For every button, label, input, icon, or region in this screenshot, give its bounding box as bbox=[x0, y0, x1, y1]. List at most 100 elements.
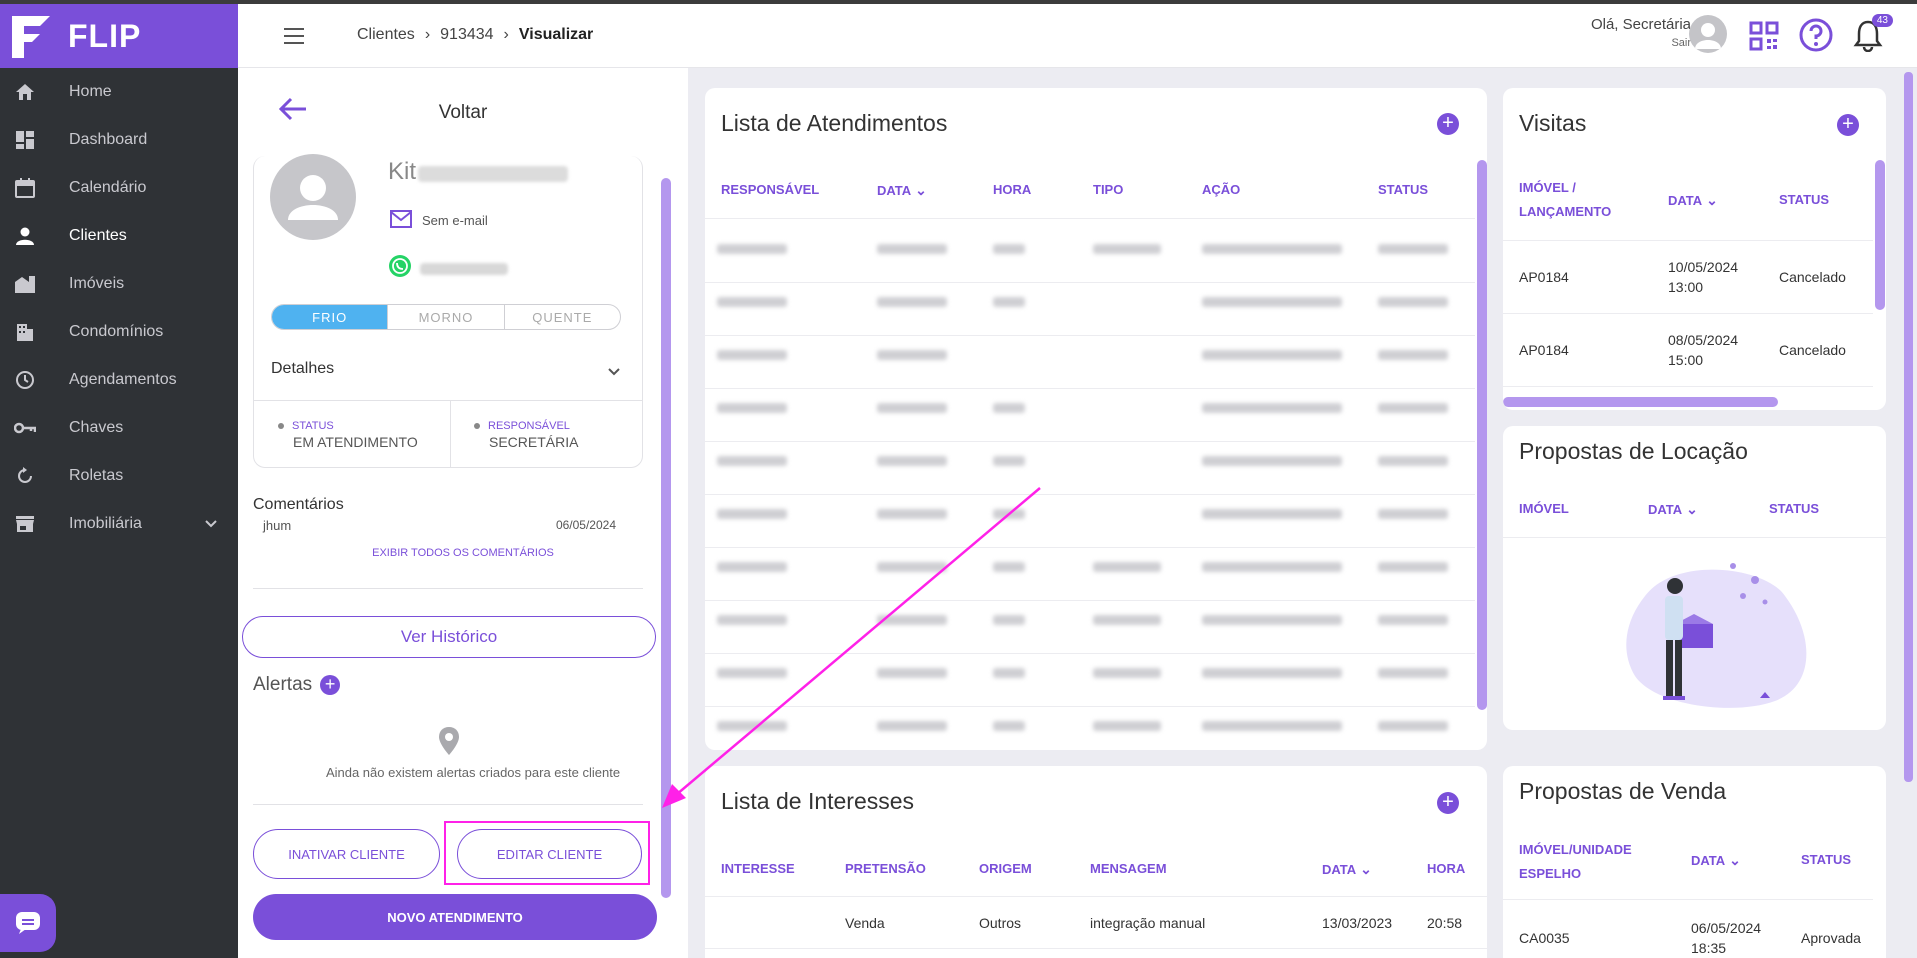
col-status[interactable]: STATUS bbox=[1801, 852, 1851, 867]
clock-icon bbox=[13, 368, 37, 392]
chevron-down-icon[interactable] bbox=[204, 516, 218, 534]
visita-imovel: AP0184 bbox=[1519, 269, 1569, 285]
edit-client-button[interactable]: EDITAR CLIENTE bbox=[457, 829, 642, 879]
add-atendimento-icon[interactable]: + bbox=[1437, 113, 1459, 135]
visita-data: 08/05/2024 bbox=[1668, 332, 1739, 348]
sidebar-item-clientes[interactable]: Clientes bbox=[0, 212, 238, 260]
qr-code-icon[interactable] bbox=[1749, 21, 1779, 56]
visita-data: 10/05/2024 bbox=[1668, 259, 1739, 275]
breadcrumb-clientes[interactable]: Clientes bbox=[357, 26, 415, 44]
col-origem[interactable]: ORIGEM bbox=[979, 861, 1032, 876]
redacted-cell bbox=[877, 350, 947, 360]
brand-logo[interactable]: FLIP bbox=[0, 4, 238, 68]
sidebar-item-imobiliaria[interactable]: Imobiliária bbox=[0, 500, 238, 548]
sidebar-item-condominios[interactable]: Condomínios bbox=[0, 308, 238, 356]
client-phone-redacted bbox=[420, 262, 508, 275]
col-data[interactable]: DATA bbox=[1668, 192, 1718, 209]
venda-status: Aprovada bbox=[1801, 930, 1861, 946]
temperature-morno[interactable]: MORNO bbox=[387, 305, 503, 329]
user-icon bbox=[13, 224, 37, 248]
redacted-cell bbox=[993, 297, 1025, 307]
col-data[interactable]: DATA bbox=[877, 182, 927, 199]
menu-icon[interactable] bbox=[284, 28, 304, 44]
redacted-cell bbox=[1378, 509, 1448, 519]
sidebar-item-label: Agendamentos bbox=[69, 371, 177, 388]
sidebar-item-imoveis[interactable]: Imóveis bbox=[0, 260, 238, 308]
chat-icon bbox=[16, 912, 40, 934]
row-divider bbox=[705, 282, 1475, 283]
scrollbar[interactable] bbox=[1477, 160, 1487, 710]
breadcrumb-client-id[interactable]: 913434 bbox=[440, 26, 493, 44]
col-data[interactable]: DATA bbox=[1691, 852, 1741, 869]
col-status[interactable]: STATUS bbox=[1769, 501, 1819, 516]
header-divider bbox=[1503, 537, 1886, 538]
redacted-cell bbox=[1093, 721, 1161, 731]
calendar-icon bbox=[13, 176, 37, 200]
sidebar-item-home[interactable]: Home bbox=[0, 68, 238, 116]
col-responsavel[interactable]: RESPONSÁVEL bbox=[721, 182, 819, 197]
venda-data: 06/05/2024 bbox=[1691, 920, 1762, 936]
redacted-cell bbox=[1202, 562, 1342, 572]
redacted-cell bbox=[717, 403, 787, 413]
redacted-cell bbox=[993, 456, 1025, 466]
add-alert-icon[interactable]: + bbox=[320, 675, 341, 695]
inactivate-client-button[interactable]: INATIVAR CLIENTE bbox=[253, 829, 440, 879]
status-value: EM ATENDIMENTO bbox=[293, 434, 418, 450]
comment-author: jhum bbox=[263, 518, 292, 533]
sidebar: FLIP Home Dashboard Calendário Clientes … bbox=[0, 4, 238, 958]
help-icon[interactable] bbox=[1799, 18, 1833, 57]
brand-name: FLIP bbox=[68, 17, 142, 54]
col-imovel[interactable]: IMÓVEL bbox=[1519, 501, 1569, 516]
col-tipo[interactable]: TIPO bbox=[1093, 182, 1123, 197]
show-all-comments-link[interactable]: EXIBIR TODOS OS COMENTÁRIOS bbox=[238, 547, 688, 559]
col-acao[interactable]: AÇÃO bbox=[1202, 182, 1240, 197]
chevron-down-icon bbox=[607, 364, 621, 382]
col-mensagem[interactable]: MENSAGEM bbox=[1090, 861, 1167, 876]
add-visita-icon[interactable]: + bbox=[1837, 114, 1859, 136]
redacted-cell bbox=[993, 403, 1025, 413]
sidebar-item-chaves[interactable]: Chaves bbox=[0, 404, 238, 452]
details-label: Detalhes bbox=[271, 360, 335, 377]
breadcrumb-current: Visualizar bbox=[518, 26, 594, 43]
col-data[interactable]: DATA bbox=[1648, 501, 1698, 518]
temperature-frio[interactable]: FRIO bbox=[272, 305, 388, 329]
redacted-cell bbox=[717, 244, 787, 254]
divider bbox=[450, 401, 451, 468]
avatar[interactable] bbox=[1689, 15, 1727, 53]
redacted-cell bbox=[1202, 456, 1342, 466]
sidebar-item-agendamentos[interactable]: Agendamentos bbox=[0, 356, 238, 404]
add-interesse-icon[interactable]: + bbox=[1437, 792, 1459, 814]
temperature-quente[interactable]: QUENTE bbox=[503, 305, 620, 329]
visita-imovel: AP0184 bbox=[1519, 342, 1569, 358]
view-history-button[interactable]: Ver Histórico bbox=[242, 616, 656, 658]
row-divider bbox=[1503, 313, 1873, 314]
sidebar-item-roletas[interactable]: Roletas bbox=[0, 452, 238, 500]
col-status[interactable]: STATUS bbox=[1378, 182, 1428, 197]
col-status[interactable]: STATUS bbox=[1779, 192, 1829, 207]
vertical-scrollbar[interactable] bbox=[1875, 160, 1885, 310]
new-service-button[interactable]: NOVO ATENDIMENTO bbox=[253, 894, 657, 940]
client-name-redacted bbox=[418, 166, 568, 182]
back-label[interactable]: Voltar bbox=[238, 102, 688, 124]
sidebar-item-dashboard[interactable]: Dashboard bbox=[0, 116, 238, 164]
col-hora[interactable]: HORA bbox=[993, 182, 1031, 197]
col-data[interactable]: DATA bbox=[1322, 861, 1372, 878]
responsible-label: RESPONSÁVEL bbox=[474, 420, 578, 432]
col-pretensao[interactable]: PRETENSÃO bbox=[845, 861, 926, 876]
page-scrollbar[interactable] bbox=[1904, 72, 1913, 782]
venda-title: Propostas de Venda bbox=[1519, 778, 1727, 804]
details-accordion[interactable]: Detalhes bbox=[271, 360, 641, 378]
row-divider bbox=[705, 948, 1487, 949]
col-hora[interactable]: HORA bbox=[1427, 861, 1465, 876]
horizontal-scrollbar[interactable] bbox=[1503, 397, 1778, 407]
client-whatsapp-row[interactable] bbox=[388, 254, 508, 283]
window-top-border bbox=[0, 0, 1917, 4]
col-imovel-lancamento[interactable]: IMÓVEL / LANÇAMENTO bbox=[1519, 176, 1611, 224]
responsible-value: SECRETÁRIA bbox=[489, 434, 579, 450]
interesse-pretensao: Venda bbox=[845, 915, 885, 931]
col-interesse[interactable]: INTERESSE bbox=[721, 861, 795, 876]
chat-button[interactable] bbox=[0, 894, 56, 952]
logout-link[interactable]: Sair bbox=[1591, 37, 1691, 49]
sidebar-item-calendar[interactable]: Calendário bbox=[0, 164, 238, 212]
col-imovel-unidade[interactable]: IMÓVEL/UNIDADE ESPELHO bbox=[1519, 838, 1649, 886]
